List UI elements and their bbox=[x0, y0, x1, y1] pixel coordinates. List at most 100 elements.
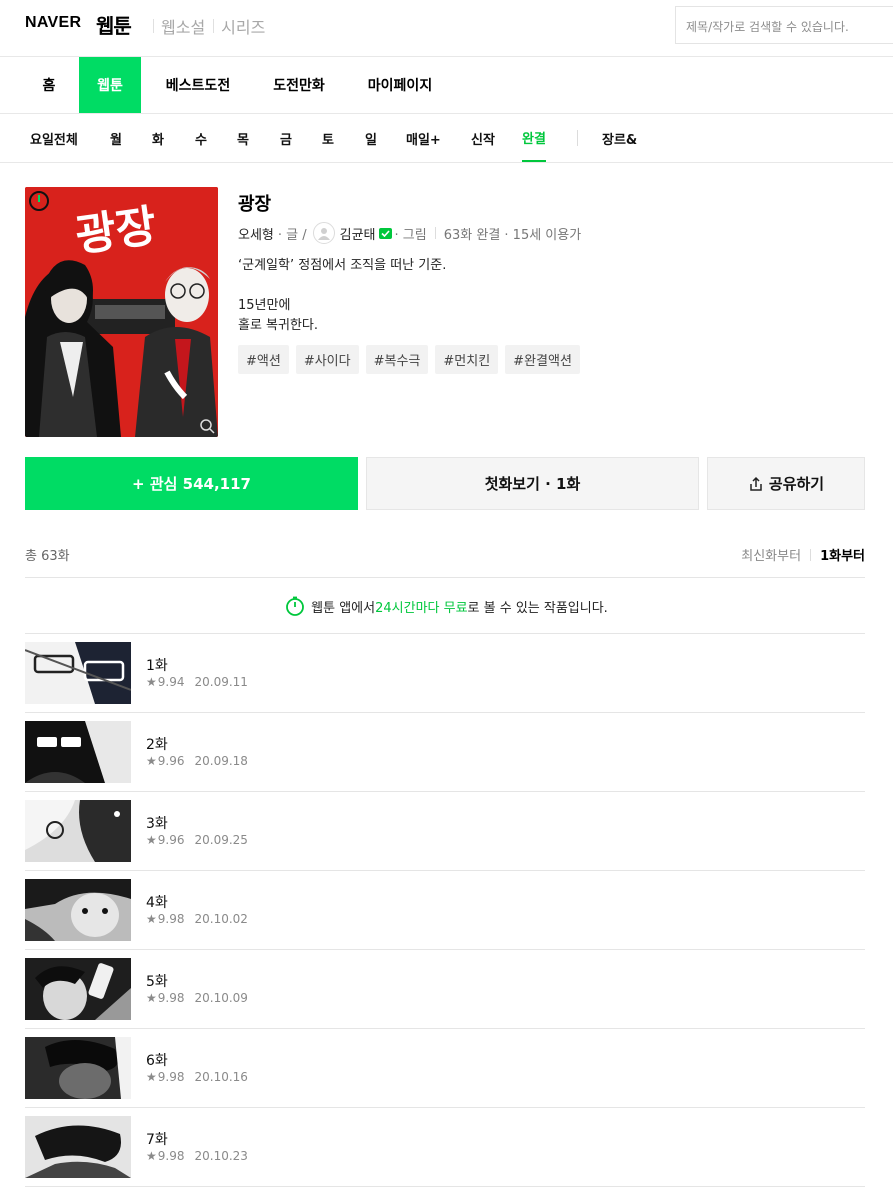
divider bbox=[434, 227, 436, 239]
episode-thumbnail bbox=[25, 1037, 131, 1099]
episode-rating: 9.98 bbox=[157, 912, 185, 926]
episode-row[interactable]: 3화 ★ 9.96 20.09.25 bbox=[25, 792, 865, 871]
top-header: NAVER 웹툰 웹소설 시리즈 제목/작가로 검색할 수 있습니다. bbox=[0, 0, 893, 57]
episode-row[interactable]: 6화 ★ 9.98 20.10.16 bbox=[25, 1029, 865, 1108]
episode-title: 2화 bbox=[146, 737, 168, 753]
tab-new[interactable]: 신작 bbox=[471, 114, 495, 162]
episode-info: ★ 9.96 20.09.18 bbox=[146, 754, 248, 768]
divider bbox=[810, 548, 812, 561]
tab-thursday[interactable]: 목 bbox=[237, 114, 249, 162]
episode-row[interactable]: 4화 ★ 9.98 20.10.02 bbox=[25, 871, 865, 950]
share-icon bbox=[750, 476, 762, 491]
episode-thumbnail bbox=[25, 800, 131, 862]
episode-info: ★ 9.94 20.09.11 bbox=[146, 675, 248, 689]
synopsis-line: 15년만에 bbox=[238, 298, 291, 313]
episode-rating: 9.96 bbox=[157, 754, 185, 768]
episode-title: 5화 bbox=[146, 974, 168, 990]
star-icon: ★ bbox=[146, 754, 157, 768]
episode-row[interactable]: 1화 ★ 9.94 20.09.11 bbox=[25, 634, 865, 713]
nav-challenge[interactable]: 도전만화 bbox=[263, 57, 335, 113]
interest-button[interactable]: + 관심 544,117 bbox=[25, 457, 358, 510]
tag-cider[interactable]: #사이다 bbox=[295, 345, 359, 374]
star-icon: ★ bbox=[146, 833, 157, 847]
artist-link[interactable]: 김균태 bbox=[340, 224, 376, 243]
star-icon: ★ bbox=[146, 675, 157, 689]
synopsis: ‘군계일학’ 정점에서 조직을 떠난 기준. 15년만에 홀로 복귀한다. bbox=[238, 256, 446, 336]
episode-title: 3화 bbox=[146, 816, 168, 832]
tab-saturday[interactable]: 토 bbox=[322, 114, 334, 162]
service-links: 웹소설 시리즈 bbox=[145, 14, 265, 38]
episode-date: 20.10.09 bbox=[194, 991, 248, 1005]
tab-all-days[interactable]: 요일전체 bbox=[30, 114, 78, 162]
sort-latest-button[interactable]: 최신화부터 bbox=[741, 545, 801, 564]
tab-monday[interactable]: 월 bbox=[110, 114, 122, 162]
episode-info: ★ 9.96 20.09.25 bbox=[146, 833, 248, 847]
episode-title: 4화 bbox=[146, 895, 168, 911]
tab-tuesday[interactable]: 화 bbox=[152, 114, 164, 162]
day-nav: 요일전체 월 화 수 목 금 토 일 매일+ 신작 완결 장르& bbox=[0, 114, 893, 163]
star-icon: ★ bbox=[146, 1070, 157, 1084]
webtoon-logo[interactable]: 웹툰 bbox=[96, 10, 132, 39]
tag-completed-action[interactable]: #완결액션 bbox=[505, 345, 580, 374]
episode-rating: 9.98 bbox=[157, 991, 185, 1005]
notice-highlight: 24시간마다 무료 bbox=[375, 600, 468, 616]
writer-link[interactable]: 오세형 bbox=[238, 224, 274, 243]
divider bbox=[153, 19, 154, 33]
episode-row[interactable]: 5화 ★ 9.98 20.10.09 bbox=[25, 950, 865, 1029]
first-episode-button[interactable]: 첫화보기 · 1화 bbox=[366, 457, 699, 510]
episode-rating: 9.98 bbox=[157, 1070, 185, 1084]
artist-avatar-icon[interactable] bbox=[312, 222, 335, 244]
episode-info: ★ 9.98 20.10.23 bbox=[146, 1149, 248, 1163]
divider bbox=[577, 130, 578, 146]
share-label: 공유하기 bbox=[768, 475, 825, 493]
tab-daily-plus[interactable]: 매일+ bbox=[406, 114, 441, 162]
episode-thumbnail bbox=[25, 1116, 131, 1178]
tag-munchkin[interactable]: #먼치킨 bbox=[435, 345, 499, 374]
artist-role: · 그림 bbox=[394, 227, 427, 243]
sort-options: 최신화부터 1화부터 bbox=[741, 545, 865, 564]
nav-webtoon[interactable]: 웹툰 bbox=[79, 57, 141, 113]
episode-thumbnail bbox=[25, 642, 131, 704]
star-icon: ★ bbox=[146, 1149, 157, 1163]
tag-action[interactable]: #액션 bbox=[238, 345, 289, 374]
synopsis-line: ‘군계일학’ 정점에서 조직을 떠난 기준. bbox=[238, 258, 447, 273]
sort-first-button[interactable]: 1화부터 bbox=[820, 545, 865, 564]
episode-title: 1화 bbox=[146, 658, 168, 674]
episode-thumbnail bbox=[25, 958, 131, 1020]
comic-title: 광장 bbox=[238, 194, 272, 215]
episode-title: 7화 bbox=[146, 1132, 168, 1148]
webnovel-link[interactable]: 웹소설 bbox=[161, 14, 205, 38]
naver-logo[interactable]: NAVER bbox=[25, 14, 81, 32]
tab-friday[interactable]: 금 bbox=[280, 114, 292, 162]
tab-genre[interactable]: 장르& bbox=[602, 114, 637, 162]
tab-wednesday[interactable]: 수 bbox=[195, 114, 207, 162]
search-input[interactable]: 제목/작가로 검색할 수 있습니다. bbox=[675, 6, 893, 44]
star-icon: ★ bbox=[146, 912, 157, 926]
episode-date: 20.09.18 bbox=[194, 754, 248, 768]
episode-rating: 9.96 bbox=[157, 833, 185, 847]
episode-row[interactable]: 2화 ★ 9.96 20.09.18 bbox=[25, 713, 865, 792]
episode-date: 20.10.16 bbox=[194, 1070, 248, 1084]
cover-illustration: 광장 bbox=[25, 187, 218, 437]
comic-cover[interactable]: 광장 bbox=[25, 187, 218, 437]
tab-sunday[interactable]: 일 bbox=[365, 114, 377, 162]
episode-row[interactable]: 7화 ★ 9.98 20.10.23 bbox=[25, 1108, 865, 1187]
notice-prefix: 웹툰 앱에서 bbox=[311, 600, 376, 616]
episode-count: 총 63화 bbox=[25, 549, 70, 564]
episode-rating: 9.94 bbox=[157, 675, 185, 689]
tag-list: #액션 #사이다 #복수극 #먼치킨 #완결액션 bbox=[238, 345, 580, 374]
nav-mypage[interactable]: 마이페이지 bbox=[357, 57, 443, 113]
episode-info: ★ 9.98 20.10.02 bbox=[146, 912, 248, 926]
series-link[interactable]: 시리즈 bbox=[221, 14, 265, 38]
tab-completed[interactable]: 완결 bbox=[522, 114, 546, 162]
episode-title: 6화 bbox=[146, 1053, 168, 1069]
divider bbox=[213, 19, 215, 33]
comic-status: 63화 완결 · 15세 이용가 bbox=[443, 227, 582, 243]
episode-thumbnail bbox=[25, 721, 131, 783]
nav-best-challenge[interactable]: 베스트도전 bbox=[155, 57, 241, 113]
star-icon: ★ bbox=[146, 991, 157, 1005]
tag-revenge[interactable]: #복수극 bbox=[365, 345, 429, 374]
episode-date: 20.10.23 bbox=[194, 1149, 248, 1163]
share-button[interactable]: 공유하기 bbox=[707, 457, 865, 510]
nav-home[interactable]: 홈 bbox=[24, 57, 74, 113]
